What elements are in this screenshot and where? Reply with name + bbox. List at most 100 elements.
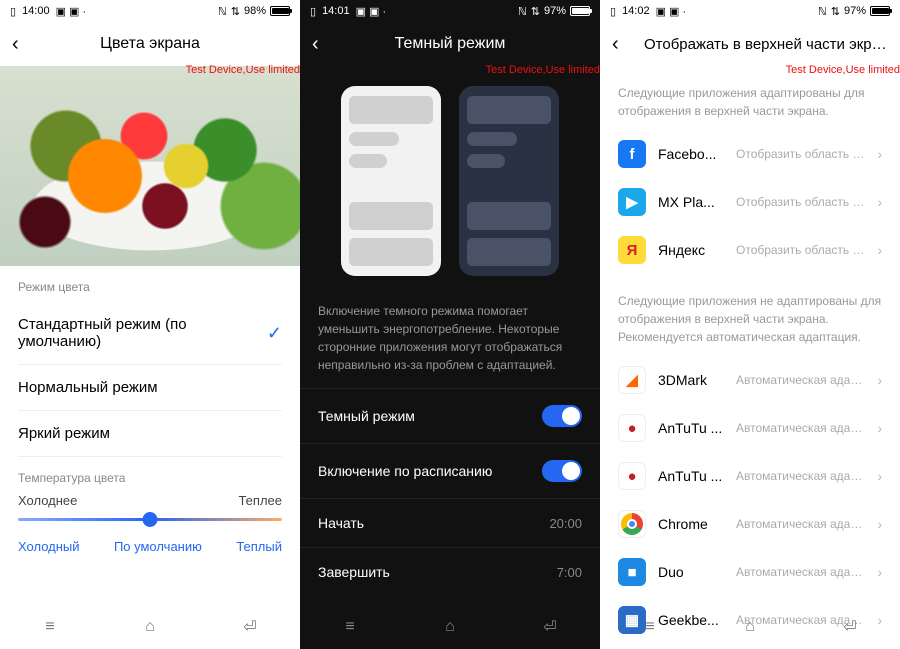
panel-screen-colors: ▯ 14:00 ▣ ▣ · ℕ ⇅ 98% ‹ Цвета экрана Tes… [0, 0, 300, 649]
status-time: 14:00 [22, 5, 50, 17]
wifi-icon: ⇅ [531, 5, 540, 18]
app-name: 3DMark [658, 372, 724, 388]
page-title: Отображать в верхней части экра... [636, 36, 888, 53]
unadapted-apps-description: Следующие приложения не адаптированы для… [600, 274, 900, 356]
app-name: AnTuTu ... [658, 468, 724, 484]
mode-normal[interactable]: Нормальный режим [0, 365, 300, 410]
app-name: Chrome [658, 516, 724, 532]
app-setting-value: Автоматическая адаптация [736, 469, 865, 483]
app-icon: f [618, 140, 646, 168]
chevron-right-icon: › [877, 242, 882, 258]
app-row[interactable]: ● AnTuTu ... Автоматическая адаптация › [600, 452, 900, 500]
app-setting-value: Отобразить область выступа [736, 195, 865, 209]
section-color-temp: Температура цвета [0, 457, 300, 493]
nav-back-icon[interactable]: ⏎ [239, 618, 261, 636]
nav-menu-icon[interactable]: ≡ [639, 618, 661, 636]
app-icon: ▶ [618, 188, 646, 216]
app-setting-value: Отобразить область выступа [736, 147, 865, 161]
preview-light [341, 86, 441, 276]
header: ‹ Цвета экрана [0, 22, 300, 66]
app-row[interactable]: ▶ MX Pla... Отобразить область выступа › [600, 178, 900, 226]
preview-dark [459, 86, 559, 276]
app-setting-value: Автоматическая адаптация [736, 373, 865, 387]
app-row[interactable]: Я Яндекс Отобразить область выступа › [600, 226, 900, 274]
nav-home-icon[interactable]: ⌂ [439, 618, 461, 636]
nav-bar: ≡ ⌂ ⏎ [300, 605, 600, 649]
slider-thumb[interactable] [143, 512, 158, 527]
chevron-right-icon: › [877, 372, 882, 388]
page-title: Цвета экрана [36, 35, 288, 53]
back-button[interactable]: ‹ [312, 33, 336, 56]
app-setting-value: Отобразить область выступа [736, 243, 865, 257]
nfc-icon: ℕ [518, 5, 527, 18]
status-icons-right: ℕ ⇅ 98% [218, 5, 290, 18]
app-setting-value: Автоматическая адаптация [736, 421, 865, 435]
nfc-icon: ℕ [818, 5, 827, 18]
section-color-mode: Режим цвета [0, 266, 300, 302]
nav-menu-icon[interactable]: ≡ [339, 618, 361, 636]
row-end-time[interactable]: Завершить 7:00 [300, 547, 600, 596]
app-icon: ■ [618, 558, 646, 586]
dark-mode-description: Включение темного режима помогает уменьш… [300, 302, 600, 388]
nav-menu-icon[interactable]: ≡ [39, 618, 61, 636]
app-icon [618, 510, 646, 538]
chevron-right-icon: › [877, 146, 882, 162]
preset-cold[interactable]: Холодный [18, 539, 80, 554]
mode-standard[interactable]: Стандартный режим (по умолчанию) ✓ [0, 302, 300, 364]
row-dark-mode[interactable]: Темный режим [300, 388, 600, 443]
color-temp-slider[interactable] [18, 518, 282, 521]
toggle-dark-mode[interactable] [542, 405, 582, 427]
header: ‹ Темный режим [300, 22, 600, 66]
battery-pct: 98% [244, 5, 266, 17]
battery-icon [270, 6, 290, 16]
status-time: 14:02 [622, 5, 650, 17]
app-row[interactable]: ◢3DMarkАвтоматическая адаптация› [600, 356, 900, 404]
wifi-icon: ⇅ [231, 5, 240, 18]
nav-bar: ≡ ⌂ ⏎ [600, 605, 900, 649]
battery-icon [570, 6, 590, 16]
nav-bar: ≡ ⌂ ⏎ [0, 605, 300, 649]
preset-default[interactable]: По умолчанию [114, 539, 202, 554]
app-icon: ● [618, 462, 646, 490]
chevron-right-icon: › [877, 420, 882, 436]
toggle-schedule[interactable] [542, 460, 582, 482]
header: ‹ Отображать в верхней части экра... [600, 22, 900, 66]
app-name: Duo [658, 564, 724, 580]
nav-home-icon[interactable]: ⌂ [139, 618, 161, 636]
app-row[interactable]: fFacebo...Отобразить область выступа› [600, 130, 900, 178]
nav-home-icon[interactable]: ⌂ [739, 618, 761, 636]
battery-pct: 97% [544, 5, 566, 17]
sim-icon: ▯ [310, 5, 316, 18]
chevron-right-icon: › [877, 516, 882, 532]
mode-bright[interactable]: Яркий режим [0, 411, 300, 456]
app-row[interactable]: ChromeАвтоматическая адаптация› [600, 500, 900, 548]
page-title: Темный режим [336, 35, 588, 53]
battery-icon [870, 6, 890, 16]
panel-notch-display: ▯ 14:02 ▣ ▣ · ℕ ⇅ 97% ‹ Отображать в вер… [600, 0, 900, 649]
status-bar: ▯ 14:01 ▣ ▣ · ℕ ⇅ 97% [300, 0, 600, 22]
preset-warm[interactable]: Теплый [236, 539, 282, 554]
panel-dark-mode: ▯ 14:01 ▣ ▣ · ℕ ⇅ 97% ‹ Темный режим Tes… [300, 0, 600, 649]
app-name: Яндекс [658, 242, 724, 258]
nav-back-icon[interactable]: ⏎ [839, 618, 861, 636]
back-button[interactable]: ‹ [12, 33, 36, 56]
watermark: Test Device,Use limited [186, 64, 300, 76]
nav-back-icon[interactable]: ⏎ [539, 618, 561, 636]
app-row[interactable]: ● AnTuTu ... Автоматическая адаптация › [600, 404, 900, 452]
app-row[interactable]: ■DuoАвтоматическая адаптация› [600, 548, 900, 596]
app-icon: Я [618, 236, 646, 264]
app-name: MX Pla... [658, 194, 724, 210]
check-icon: ✓ [267, 323, 282, 344]
app-setting-value: Автоматическая адаптация [736, 565, 865, 579]
dark-mode-preview [300, 66, 600, 302]
chevron-right-icon: › [877, 468, 882, 484]
nfc-icon: ℕ [218, 5, 227, 18]
app-name: AnTuTu ... [658, 420, 724, 436]
row-schedule[interactable]: Включение по расписанию [300, 443, 600, 498]
status-bar: ▯ 14:00 ▣ ▣ · ℕ ⇅ 98% [0, 0, 300, 22]
app-icon: ● [618, 414, 646, 442]
row-start-time[interactable]: Начать 20:00 [300, 498, 600, 547]
back-button[interactable]: ‹ [612, 33, 636, 56]
chevron-right-icon: › [877, 194, 882, 210]
battery-pct: 97% [844, 5, 866, 17]
